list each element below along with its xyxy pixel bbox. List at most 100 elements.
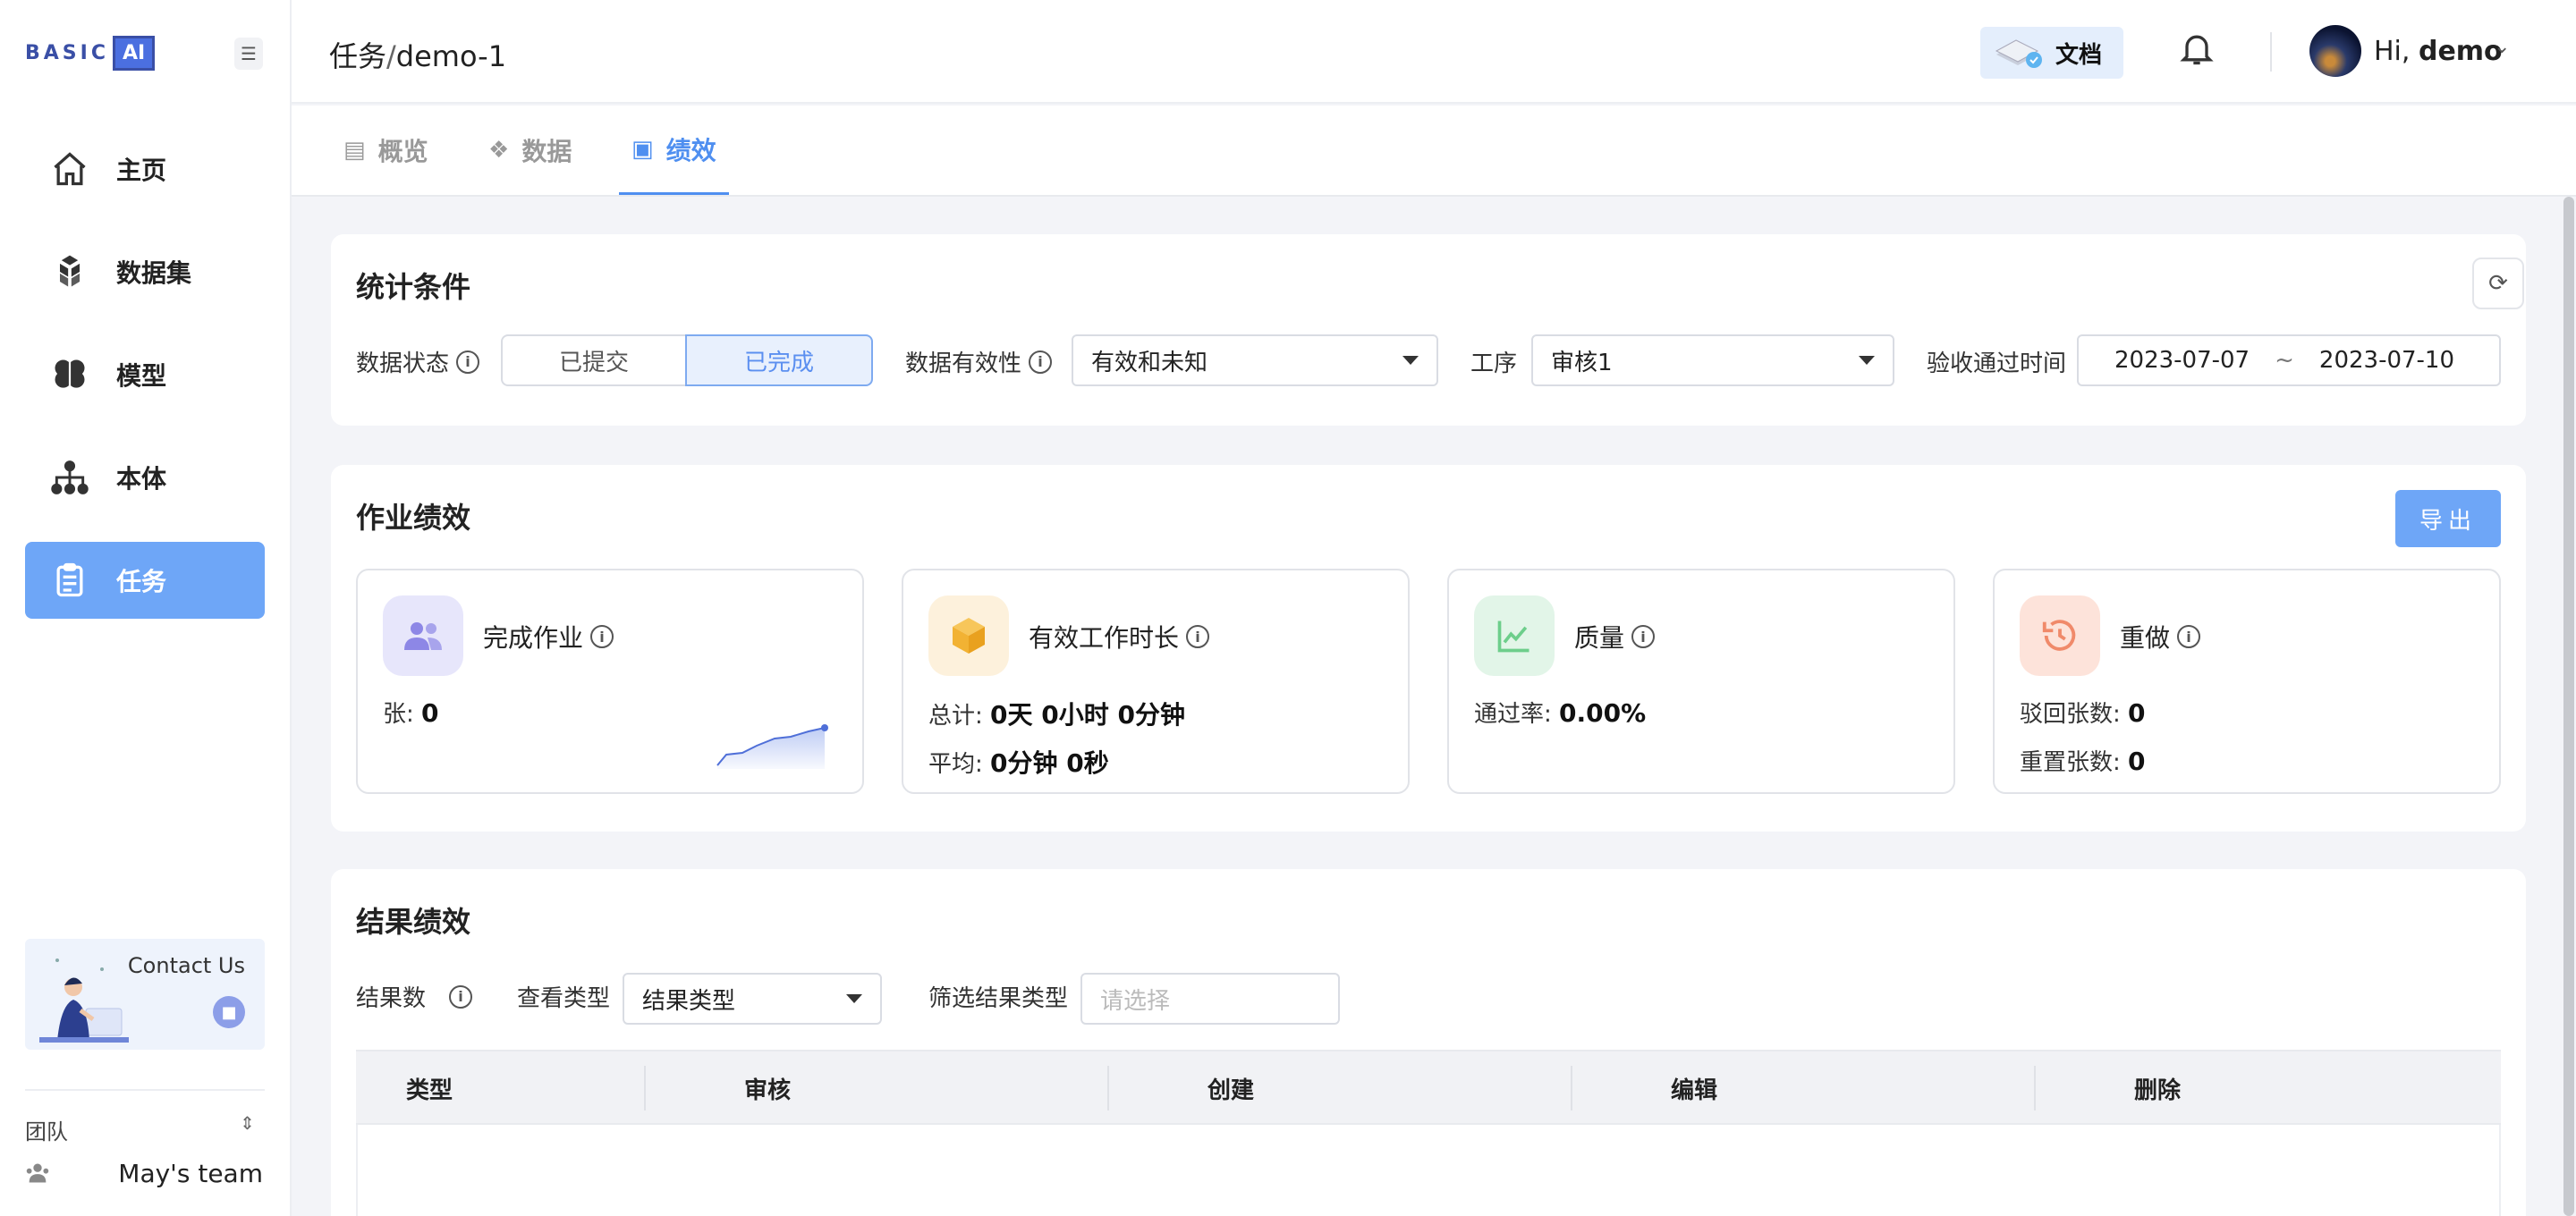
user-name: demo — [2418, 36, 2503, 67]
metric-value: 0分钟 0秒 — [990, 748, 1109, 778]
tab-label: 概览 — [377, 137, 428, 166]
date-separator: ~ — [2275, 347, 2294, 374]
chevron-down-icon[interactable]: ⌄ — [2494, 36, 2510, 58]
divider — [25, 1089, 265, 1091]
page-scrollbar[interactable] — [2563, 197, 2574, 1216]
breadcrumb-current: demo-1 — [395, 39, 507, 73]
history-icon — [2020, 595, 2100, 676]
support-person-illustration — [39, 958, 129, 1043]
docs-icon — [1995, 39, 2042, 68]
sparkline-chart — [716, 724, 828, 769]
date-start[interactable]: 2023-07-07 — [2114, 347, 2250, 374]
team-name[interactable]: May's team — [118, 1159, 263, 1188]
sidebar-item-task[interactable]: 任务 — [25, 542, 265, 619]
metric-value: 0.00% — [1559, 698, 1647, 728]
docs-button[interactable]: 文档 — [1980, 27, 2123, 79]
result-type-filter-input[interactable]: 请选择 — [1080, 973, 1340, 1025]
validity-select[interactable]: 有效和未知 — [1072, 334, 1438, 386]
overview-icon: ▤ — [343, 137, 366, 164]
info-icon[interactable]: i — [1029, 350, 1053, 374]
tab-label: 数据 — [521, 137, 572, 166]
column-header-delete[interactable]: 删除 — [2134, 1051, 2181, 1125]
title-text: 重做 — [2120, 623, 2171, 653]
users-icon — [383, 595, 463, 676]
breadcrumb-root[interactable]: 任务 — [329, 39, 386, 73]
result-count-label: 结果数 i — [356, 980, 473, 1013]
tab-performance[interactable]: ▣ 绩效 — [619, 106, 729, 195]
filter-result-type-label: 筛选结果类型 — [928, 985, 1069, 1012]
result-performance-panel: 结果绩效 结果数 i 查看类型 结果类型 筛选结果类型 请选择 类型 审核 创建 … — [331, 869, 2526, 1216]
view-type-label: 查看类型 — [517, 985, 611, 1012]
stage-select[interactable]: 审核1 — [1531, 334, 1894, 386]
collapse-sidebar-button[interactable]: ☰ — [234, 38, 263, 70]
column-divider — [1107, 1066, 1109, 1110]
avatar[interactable] — [2309, 25, 2361, 77]
info-icon[interactable]: i — [456, 350, 480, 374]
card-metric: 总计: 0天 0小时 0分钟 — [928, 696, 1185, 731]
metric-value: 0 — [2128, 747, 2146, 776]
column-header-review[interactable]: 审核 — [744, 1051, 791, 1125]
status-completed-option[interactable]: 已完成 — [685, 334, 873, 386]
quality-card: 质量 i 通过率: 0.00% — [1447, 569, 1955, 794]
sidebar-item-ontology[interactable]: 本体 — [25, 439, 265, 516]
metric-label: 张: — [383, 701, 422, 728]
sidebar: BASIC AI ☰ 主页 数据集 模型 本体 任务 Contact Us ■ … — [0, 0, 292, 1216]
redo-card: 重做 i 驳回张数: 0 重置张数: 0 — [1993, 569, 2501, 794]
info-icon[interactable]: i — [2177, 625, 2201, 648]
sidebar-nav: 主页 数据集 模型 本体 任务 — [25, 131, 265, 645]
column-header-edit[interactable]: 编辑 — [1671, 1051, 1717, 1125]
column-header-type[interactable]: 类型 — [406, 1051, 453, 1125]
refresh-button[interactable]: ⟳ — [2472, 258, 2524, 309]
user-greeting[interactable]: Hi, demo — [2374, 36, 2503, 67]
results-table-body — [356, 1125, 2501, 1216]
date-end[interactable]: 2023-07-10 — [2319, 347, 2454, 374]
metric-label: 驳回张数: — [2020, 701, 2129, 728]
docs-label: 文档 — [2055, 41, 2103, 69]
sidebar-item-model[interactable]: 模型 — [25, 336, 265, 413]
metric-label: 总计: — [928, 703, 991, 730]
label-text: 数据状态 — [356, 350, 450, 377]
select-value: 有效和未知 — [1091, 349, 1208, 376]
home-icon — [50, 149, 89, 189]
task-icon — [50, 561, 89, 600]
tab-overview[interactable]: ▤ 概览 — [343, 106, 428, 195]
tab-data[interactable]: ❖ 数据 — [488, 106, 572, 195]
export-button[interactable]: 导出 — [2395, 490, 2501, 547]
chart-line-icon — [1474, 595, 1555, 676]
contact-us-card[interactable]: Contact Us ■ — [25, 939, 265, 1050]
card-title: 质量 i — [1574, 619, 1656, 654]
bell-icon[interactable] — [2177, 29, 2216, 68]
metric-label: 平均: — [928, 751, 991, 778]
status-submitted-option[interactable]: 已提交 — [501, 334, 687, 386]
greeting-prefix: Hi, — [2374, 36, 2419, 67]
dataset-icon — [50, 252, 89, 291]
card-metric: 平均: 0分钟 0秒 — [928, 744, 1109, 780]
performance-icon: ▣ — [631, 135, 654, 163]
chat-icon[interactable]: ■ — [213, 996, 245, 1028]
info-icon[interactable]: i — [1186, 625, 1210, 648]
card-title: 重做 i — [2120, 619, 2201, 654]
basicai-logo[interactable]: BASIC AI — [25, 32, 156, 73]
card-title: 完成作业 i — [483, 619, 614, 654]
view-type-select[interactable]: 结果类型 — [623, 973, 882, 1025]
sidebar-item-home[interactable]: 主页 — [25, 131, 265, 207]
tab-label: 绩效 — [665, 135, 716, 165]
ontology-icon — [50, 458, 89, 497]
info-icon[interactable]: i — [449, 984, 473, 1009]
panel-title: 结果绩效 — [356, 905, 471, 939]
effective-work-time-card: 有效工作时长 i 总计: 0天 0小时 0分钟 平均: 0分钟 0秒 — [902, 569, 1410, 794]
caret-down-icon — [846, 994, 862, 1003]
title-text: 有效工作时长 — [1029, 623, 1180, 653]
date-range-picker[interactable]: 2023-07-07 ~ 2023-07-10 — [2077, 334, 2501, 386]
data-icon: ❖ — [488, 137, 510, 164]
card-title: 有效工作时长 i — [1029, 619, 1210, 654]
info-icon[interactable]: i — [590, 625, 614, 648]
sidebar-item-dataset[interactable]: 数据集 — [25, 233, 265, 310]
card-metric: 重置张数: 0 — [2020, 744, 2146, 777]
sidebar-item-label: 数据集 — [116, 258, 192, 288]
team-switch-icon[interactable]: ⇕ — [240, 1112, 255, 1134]
column-header-create[interactable]: 创建 — [1208, 1051, 1254, 1125]
sidebar-item-label: 任务 — [116, 567, 167, 596]
info-icon[interactable]: i — [1631, 625, 1656, 648]
caret-down-icon — [1859, 356, 1875, 365]
